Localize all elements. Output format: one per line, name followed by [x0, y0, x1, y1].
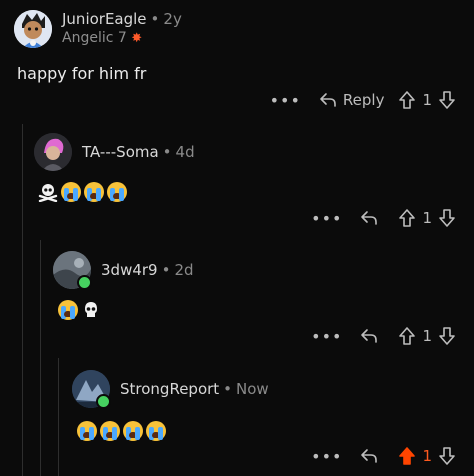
downvote-icon[interactable]: [438, 446, 456, 466]
crying-emoji-icon: [146, 421, 166, 441]
separator-dot: •: [150, 10, 160, 28]
user-flair: Angelic 7 ✸: [62, 30, 143, 46]
crying-emoji-icon: [61, 182, 81, 202]
crying-emoji-icon: [84, 182, 104, 202]
upvote-icon[interactable]: [398, 90, 416, 110]
reply-button[interactable]: [360, 328, 384, 344]
separator-dot: •: [223, 380, 233, 398]
avatar[interactable]: [14, 10, 52, 48]
timestamp: 4d: [175, 143, 195, 161]
comment-body: [77, 421, 166, 441]
crying-emoji-icon: [100, 421, 120, 441]
thread-line-3: [58, 358, 59, 476]
comment-body: happy for him fr: [17, 64, 147, 83]
comment-body: [38, 182, 127, 202]
reply-button[interactable]: [360, 448, 384, 464]
skull-icon: [81, 300, 101, 320]
reply-button[interactable]: [360, 210, 384, 226]
comment-actions: ••• 1: [311, 446, 456, 466]
comment-header: JuniorEagle • 2y Angelic 7 ✸: [14, 10, 182, 48]
downvote-icon[interactable]: [438, 326, 456, 346]
comment-actions: ••• 1: [311, 208, 456, 228]
thread-line-2: [40, 240, 41, 476]
reply-button[interactable]: Reply: [319, 91, 385, 109]
timestamp: 2d: [174, 261, 194, 279]
timestamp: Now: [236, 380, 269, 398]
downvote-icon[interactable]: [438, 208, 456, 228]
crying-emoji-icon: [107, 182, 127, 202]
upvote-icon[interactable]: [398, 326, 416, 346]
comment-body: [58, 300, 101, 320]
reply-icon: [361, 329, 378, 343]
username[interactable]: JuniorEagle: [62, 10, 147, 28]
username[interactable]: TA---Soma: [82, 143, 159, 161]
vote-count: 1: [422, 209, 432, 227]
more-options-icon[interactable]: •••: [311, 209, 342, 228]
upvote-icon-active[interactable]: [398, 446, 416, 466]
upvote-icon[interactable]: [398, 208, 416, 228]
vote-count: 1: [422, 447, 432, 465]
comment-header: 3dw4r9 • 2d: [53, 251, 194, 290]
more-options-icon[interactable]: •••: [270, 91, 301, 110]
more-options-icon[interactable]: •••: [311, 447, 342, 466]
username[interactable]: 3dw4r9: [101, 261, 158, 279]
comment-header: TA---Soma • 4d: [34, 133, 195, 171]
reply-label: Reply: [342, 91, 385, 109]
crying-emoji-icon: [123, 421, 143, 441]
explosion-icon: ✸: [131, 31, 143, 46]
separator-dot: •: [162, 143, 172, 161]
reply-icon: [361, 449, 378, 463]
vote-count: 1: [422, 91, 432, 109]
comment-actions: ••• 1: [311, 326, 456, 346]
online-status-indicator: [77, 275, 92, 290]
avatar[interactable]: [34, 133, 72, 171]
skull-crossbones-icon: [38, 182, 58, 202]
reply-icon: [361, 211, 378, 225]
avatar[interactable]: [72, 370, 111, 409]
crying-emoji-icon: [58, 300, 78, 320]
online-status-indicator: [96, 394, 111, 409]
comment-header: StrongReport • Now: [72, 370, 269, 409]
crying-emoji-icon: [77, 421, 97, 441]
separator-dot: •: [161, 261, 171, 279]
comment-actions: ••• Reply 1: [270, 90, 456, 110]
downvote-icon[interactable]: [438, 90, 456, 110]
username[interactable]: StrongReport: [120, 380, 219, 398]
more-options-icon[interactable]: •••: [311, 327, 342, 346]
vote-count: 1: [422, 327, 432, 345]
reply-icon: [320, 93, 336, 107]
avatar[interactable]: [53, 251, 92, 290]
timestamp: 2y: [163, 10, 182, 28]
thread-line-1: [22, 124, 23, 476]
